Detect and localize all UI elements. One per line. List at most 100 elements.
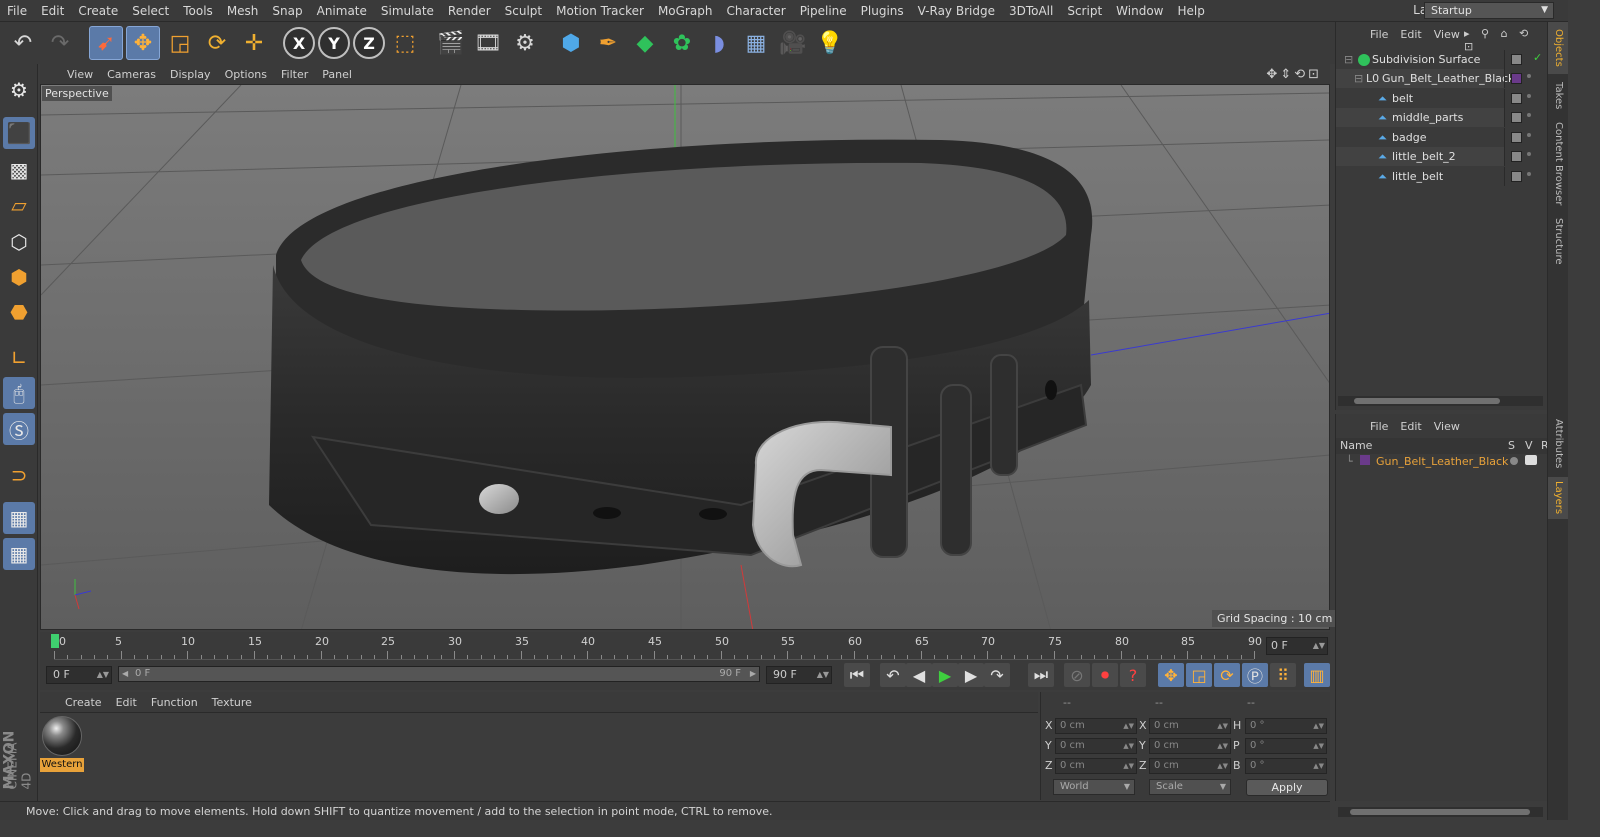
next-frame-button[interactable]: ▶ <box>958 663 984 687</box>
menu-sculpt[interactable]: Sculpt <box>498 4 549 18</box>
solo-toggle-icon[interactable] <box>1510 457 1518 465</box>
record-active-button[interactable]: ⏺ <box>1092 663 1118 687</box>
playhead-marker[interactable] <box>51 634 59 648</box>
frame-range-slider[interactable]: ◀ 0 F 90 F ▶ <box>118 666 760 682</box>
scale-tool-button[interactable]: ◲ <box>163 26 197 60</box>
objects-menu-file[interactable]: File <box>1366 28 1396 41</box>
menu-file[interactable]: File <box>0 4 34 18</box>
object-visibility-toggles[interactable] <box>1504 167 1548 186</box>
workplane-lock-button[interactable]: ▦ <box>3 502 35 534</box>
viewport-3d[interactable] <box>40 84 1330 630</box>
make-editable-button[interactable]: ⚙ <box>3 74 35 106</box>
rotation-p-field[interactable]: 0 ° ▲▼ <box>1245 738 1327 754</box>
timeline-window-button[interactable]: ▥ <box>1304 663 1330 687</box>
size-x-field[interactable]: 0 cm ▲▼ <box>1149 718 1231 734</box>
layout-select[interactable]: Startup ▼ <box>1424 2 1554 19</box>
tab-takes[interactable]: Takes <box>1548 78 1569 114</box>
go-to-end-button[interactable]: ⏭ <box>1028 663 1054 687</box>
object-row-middle-parts[interactable]: ⏶ middle_parts <box>1336 108 1504 127</box>
floor-button[interactable]: ▦ <box>739 26 773 60</box>
workplane-align-button[interactable]: ▦ <box>3 538 35 570</box>
position-x-field[interactable]: 0 cm ▲▼ <box>1055 718 1137 734</box>
viewport-navigation-icons[interactable]: ✥⇕⟲⊡ <box>1266 67 1322 82</box>
model-mode-button[interactable]: ⬛ <box>3 117 35 149</box>
subdivision-surface-button[interactable]: ◆ <box>628 26 662 60</box>
object-visibility-toggles[interactable] <box>1504 89 1548 108</box>
viewport-camera-label[interactable]: Perspective <box>42 86 112 101</box>
viewport-menu-view[interactable]: View <box>60 68 100 81</box>
rotation-h-field[interactable]: 0 ° ▲▼ <box>1245 718 1327 734</box>
material-menu-edit[interactable]: Edit <box>109 696 144 709</box>
workplane-mode-button[interactable]: ▱ <box>3 189 35 221</box>
material-name-label[interactable]: Western <box>40 758 84 772</box>
viewport-menu-filter[interactable]: Filter <box>274 68 315 81</box>
camera-button[interactable]: 🎥 <box>776 26 810 60</box>
z-axis-lock-button[interactable]: Z <box>353 27 385 59</box>
object-visibility-toggles[interactable] <box>1504 69 1548 88</box>
object-visibility-toggles[interactable] <box>1504 147 1548 166</box>
viewport-menu-options[interactable]: Options <box>218 68 274 81</box>
live-selection-button[interactable]: ➹ <box>89 26 123 60</box>
object-row-little-belt-2[interactable]: ⏶ little_belt_2 <box>1336 147 1504 166</box>
cloner-button[interactable]: ✿ <box>665 26 699 60</box>
object-visibility-toggles[interactable] <box>1504 108 1548 127</box>
object-row-badge[interactable]: ⏶ badge <box>1336 128 1504 147</box>
render-view-button[interactable]: 🎬 <box>434 26 468 60</box>
key-position-button[interactable]: ✥ <box>1158 663 1184 687</box>
previous-key-button[interactable]: ↶ <box>880 663 906 687</box>
light-button[interactable]: 💡 <box>813 26 847 60</box>
tab-layers[interactable]: Layers <box>1548 477 1569 519</box>
object-visibility-toggles[interactable] <box>1504 128 1548 147</box>
object-row-belt[interactable]: ⏶ belt <box>1336 89 1504 108</box>
layers-menu-file[interactable]: File <box>1366 420 1396 433</box>
current-frame-field[interactable]: 0 F ▲▼ <box>1266 637 1328 655</box>
objects-menu-edit[interactable]: Edit <box>1396 28 1429 41</box>
go-to-start-button[interactable]: ⏮ <box>844 663 870 687</box>
key-scale-button[interactable]: ◲ <box>1186 663 1212 687</box>
object-manager-scrollbar[interactable] <box>1338 396 1543 406</box>
magnet-button[interactable]: ⊃ <box>3 459 35 491</box>
menu-plugins[interactable]: Plugins <box>854 4 911 18</box>
scrollbar-thumb[interactable] <box>1350 809 1530 815</box>
menu-render[interactable]: Render <box>441 4 498 18</box>
position-y-field[interactable]: 0 cm ▲▼ <box>1055 738 1137 754</box>
cube-primitive-button[interactable]: ⬢ <box>554 26 588 60</box>
autokey-button[interactable]: ? <box>1120 663 1146 687</box>
undo-button[interactable]: ↶ <box>6 26 40 60</box>
menu-create[interactable]: Create <box>71 4 125 18</box>
key-rotation-button[interactable]: ⟳ <box>1214 663 1240 687</box>
texture-mode-button[interactable]: ▩ <box>3 154 35 186</box>
snap-button[interactable]: Ⓢ <box>3 413 35 445</box>
menu-window[interactable]: Window <box>1109 4 1170 18</box>
y-axis-lock-button[interactable]: Y <box>318 27 350 59</box>
menu-script[interactable]: Script <box>1060 4 1109 18</box>
redo-button[interactable]: ↷ <box>43 26 77 60</box>
key-pla-button[interactable]: ⠿ <box>1270 663 1296 687</box>
transform-tool-button[interactable]: ✛ <box>237 26 271 60</box>
next-key-button[interactable]: ↷ <box>984 663 1010 687</box>
tab-attributes[interactable]: Attributes <box>1548 414 1569 474</box>
scrollbar-thumb[interactable] <box>1354 398 1500 404</box>
menu-mograph[interactable]: MoGraph <box>651 4 720 18</box>
position-z-field[interactable]: 0 cm ▲▼ <box>1055 758 1137 774</box>
move-tool-button[interactable]: ✥ <box>126 26 160 60</box>
record-keys-disabled-button[interactable]: ⊘ <box>1064 663 1090 687</box>
menu-mesh[interactable]: Mesh <box>220 4 266 18</box>
material-menu-create[interactable]: Create <box>58 696 109 709</box>
material-preview-thumbnail[interactable] <box>42 716 82 756</box>
deformer-button[interactable]: ◗ <box>702 26 736 60</box>
apply-button[interactable]: Apply <box>1246 779 1328 796</box>
layer-manager-scrollbar[interactable] <box>1338 807 1543 817</box>
size-mode-select[interactable]: Scale ▼ <box>1149 779 1231 795</box>
menu-character[interactable]: Character <box>719 4 792 18</box>
rotate-tool-button[interactable]: ⟳ <box>200 26 234 60</box>
coordinate-system-button[interactable]: ⬚ <box>388 26 422 60</box>
menu-simulate[interactable]: Simulate <box>374 4 441 18</box>
viewport-menu-panel[interactable]: Panel <box>315 68 359 81</box>
eye-icon[interactable] <box>1525 455 1537 465</box>
menu-snap[interactable]: Snap <box>265 4 309 18</box>
object-row-gun-belt[interactable]: ⊟ L0 Gun_Belt_Leather_Black <box>1336 69 1514 88</box>
points-mode-button[interactable]: ⬡ <box>3 226 35 258</box>
menu-select[interactable]: Select <box>125 4 176 18</box>
layer-row[interactable]: └ Gun_Belt_Leather_Black <box>1336 452 1548 471</box>
